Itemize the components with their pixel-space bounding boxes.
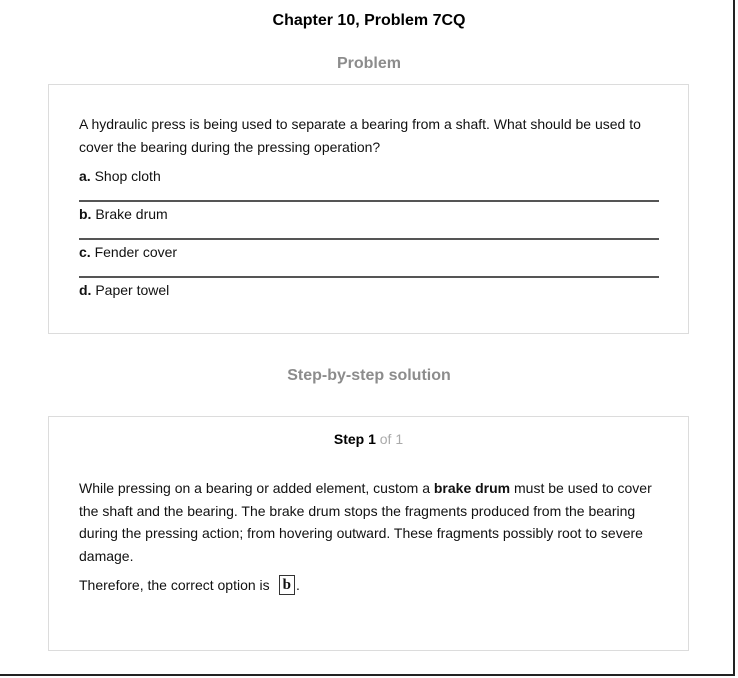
conclusion-text: Therefore, the correct option is	[79, 577, 270, 593]
solution-card: Step 1 of 1 While pressing on a bearing …	[48, 416, 689, 651]
option-letter: b.	[79, 206, 92, 222]
solution-heading: Step-by-step solution	[287, 367, 451, 384]
option-text: Paper towel	[95, 282, 170, 298]
option-text: Brake drum	[95, 206, 168, 222]
option-a[interactable]: a. Shop cloth	[79, 164, 659, 202]
step-label: Step 1	[333, 431, 376, 447]
problem-card: A hydraulic press is being used to separ…	[48, 84, 689, 334]
option-c[interactable]: c. Fender cover	[79, 240, 659, 278]
answer-line: Therefore, the correct option is b .	[79, 575, 300, 595]
terminal-period: .	[296, 577, 300, 593]
problem-heading: Problem	[336, 55, 401, 72]
option-letter: a.	[79, 168, 91, 184]
question-text: A hydraulic press is being used to separ…	[79, 116, 641, 155]
option-letter: c.	[79, 244, 91, 260]
step-header: Step 1 of 1	[49, 431, 688, 447]
page-title: Chapter 10, Problem 7CQ	[272, 12, 466, 29]
solution-text: While pressing on a bearing or added ele…	[79, 477, 659, 567]
options-list: a. Shop cloth b. Brake drum c. Fender co…	[79, 164, 659, 316]
option-text: Fender cover	[94, 244, 178, 260]
option-b[interactable]: b. Brake drum	[79, 202, 659, 240]
solution-text-start: While pressing on a bearing or added ele…	[79, 480, 434, 496]
solution-emphasis: brake drum	[433, 480, 511, 496]
option-text: Shop cloth	[94, 168, 161, 184]
option-letter: d.	[79, 282, 92, 298]
answer-box: b	[278, 575, 295, 595]
step-count: of 1	[379, 431, 404, 447]
option-d[interactable]: d. Paper towel	[79, 278, 659, 316]
